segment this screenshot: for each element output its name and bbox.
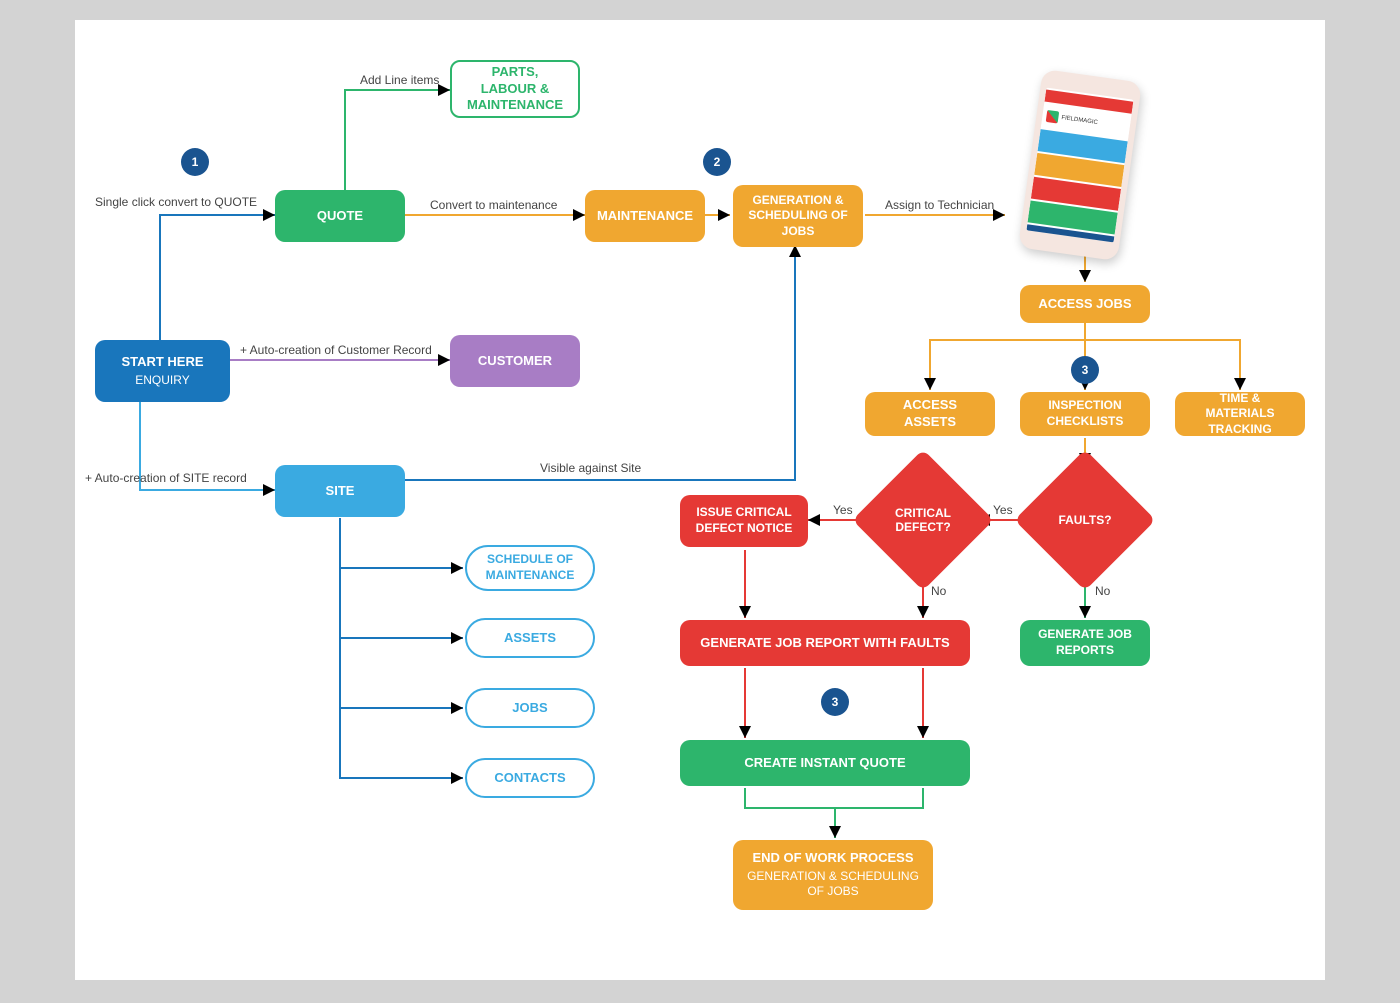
end-subtitle: GENERATION & SCHEDULING OF JOBS (745, 869, 921, 900)
assets-label: ASSETS (504, 630, 556, 647)
schedule-label: SCHEDULE OF MAINTENANCE (479, 552, 581, 583)
start-title: START HERE (121, 354, 203, 371)
assign-tech-label: Assign to Technician (885, 198, 994, 212)
generate-reports-node: GENERATE JOB REPORTS (1020, 620, 1150, 666)
parts-label: PARTS, LABOUR & MAINTENANCE (464, 64, 566, 115)
assets-node: ASSETS (465, 618, 595, 658)
generation-label: GENERATION & SCHEDULING OF JOBS (745, 193, 851, 240)
critical-defect-decision: CRITICAL DEFECT? (873, 470, 973, 570)
jobs-node: JOBS (465, 688, 595, 728)
quote-label: QUOTE (317, 208, 363, 225)
create-quote-node: CREATE INSTANT QUOTE (680, 740, 970, 786)
issue-notice-node: ISSUE CRITICAL DEFECT NOTICE (680, 495, 808, 547)
badge-3b-text: 3 (832, 695, 839, 709)
site-label: SITE (326, 483, 355, 500)
badge-2-text: 2 (714, 155, 721, 169)
add-line-items-label: Add Line items (360, 73, 439, 87)
auto-customer-label: + Auto-creation of Customer Record (240, 343, 432, 357)
badge-1: 1 (181, 148, 209, 176)
badge-3-text: 3 (1082, 363, 1089, 377)
site-node: SITE (275, 465, 405, 517)
maintenance-node: MAINTENANCE (585, 190, 705, 242)
inspection-label: INSPECTION CHECKLISTS (1032, 398, 1138, 429)
parts-labour-node: PARTS, LABOUR & MAINTENANCE (450, 60, 580, 118)
convert-quote-label: Single click convert to QUOTE (95, 195, 257, 209)
phone-screen: FIELDMAGIC (1026, 88, 1133, 243)
contacts-label: CONTACTS (494, 770, 565, 787)
badge-2: 2 (703, 148, 731, 176)
critical-defect-label: CRITICAL DEFECT? (873, 506, 973, 535)
inspection-node: INSPECTION CHECKLISTS (1020, 392, 1150, 436)
convert-maintenance-label: Convert to maintenance (430, 198, 557, 212)
issue-yes-label: Yes (833, 503, 853, 517)
start-here-node: START HERE ENQUIRY (95, 340, 230, 402)
end-title: END OF WORK PROCESS (752, 850, 913, 867)
critical-yes-label: Yes (993, 503, 1013, 517)
badge-3: 3 (1071, 356, 1099, 384)
flowchart-canvas: START HERE ENQUIRY QUOTE PARTS, LABOUR &… (75, 20, 1325, 980)
customer-node: CUSTOMER (450, 335, 580, 387)
jobs-label: JOBS (512, 700, 547, 717)
start-subtitle: ENQUIRY (135, 373, 189, 389)
maintenance-label: MAINTENANCE (597, 208, 693, 225)
access-assets-node: ACCESS ASSETS (865, 392, 995, 436)
access-jobs-node: ACCESS JOBS (1020, 285, 1150, 323)
create-quote-label: CREATE INSTANT QUOTE (744, 755, 905, 772)
generate-reports-label: GENERATE JOB REPORTS (1032, 627, 1138, 658)
badge-1-text: 1 (192, 155, 199, 169)
time-materials-label: TIME & MATERIALS TRACKING (1187, 391, 1293, 438)
phone-brand-text: FIELDMAGIC (1061, 115, 1098, 126)
access-assets-label: ACCESS ASSETS (877, 397, 983, 431)
quote-node: QUOTE (275, 190, 405, 242)
critical-no-label: No (931, 584, 946, 598)
visible-site-label: Visible against Site (540, 461, 641, 475)
customer-label: CUSTOMER (478, 353, 552, 370)
issue-notice-label: ISSUE CRITICAL DEFECT NOTICE (692, 505, 796, 536)
generate-faults-node: GENERATE JOB REPORT WITH FAULTS (680, 620, 970, 666)
faults-no-label: No (1095, 584, 1110, 598)
schedule-maintenance-node: SCHEDULE OF MAINTENANCE (465, 545, 595, 591)
generate-faults-label: GENERATE JOB REPORT WITH FAULTS (700, 635, 949, 652)
contacts-node: CONTACTS (465, 758, 595, 798)
faults-decision: FAULTS? (1035, 470, 1135, 570)
auto-site-label: + Auto-creation of SITE record (85, 471, 247, 485)
faults-label: FAULTS? (1058, 513, 1111, 527)
phone-mockup: FIELDMAGIC (1018, 69, 1142, 261)
generation-node: GENERATION & SCHEDULING OF JOBS (733, 185, 863, 247)
badge-3b: 3 (821, 688, 849, 716)
time-materials-node: TIME & MATERIALS TRACKING (1175, 392, 1305, 436)
access-jobs-label: ACCESS JOBS (1038, 296, 1131, 313)
end-process-node: END OF WORK PROCESS GENERATION & SCHEDUL… (733, 840, 933, 910)
